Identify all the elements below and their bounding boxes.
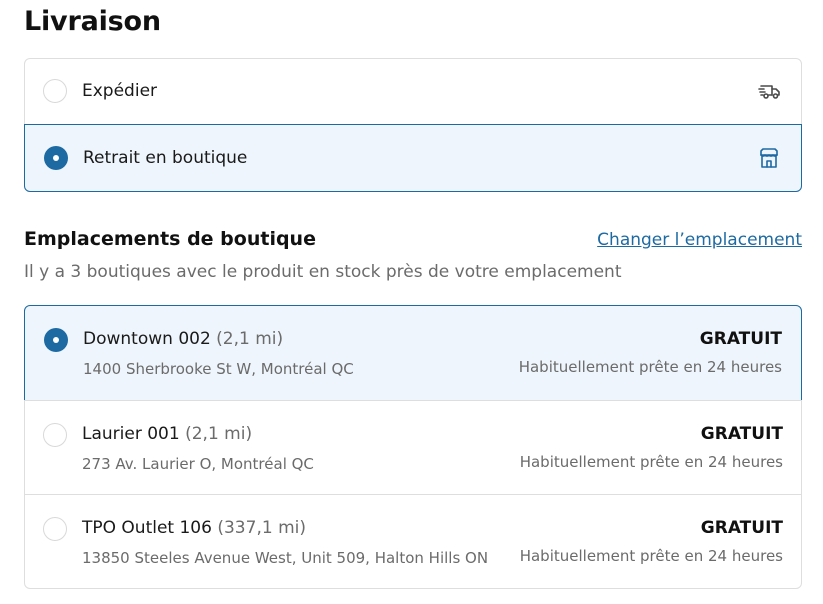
store-price: GRATUIT: [700, 424, 783, 444]
store-radio[interactable]: [43, 517, 67, 541]
store-ready-time: Habituellement prête en 24 heures: [519, 547, 783, 565]
store-address: 13850 Steeles Avenue West, Unit 509, Hal…: [82, 549, 489, 567]
delivery-method-group: Expédier Retrait en boutique: [24, 58, 802, 192]
store-name: TPO Outlet 106 (337,1 mi): [82, 518, 306, 538]
store-price: GRATUIT: [699, 329, 782, 349]
store-distance: (2,1 mi): [216, 329, 284, 349]
ship-option[interactable]: Expédier: [24, 58, 802, 125]
store-address: 273 Av. Laurier O, Montréal QC: [82, 455, 314, 473]
page-title: Livraison: [24, 6, 161, 37]
pickup-label: Retrait en boutique: [83, 148, 248, 168]
store-item-downtown-002[interactable]: Downtown 002 (2,1 mi) 1400 Sherbrooke St…: [24, 305, 802, 401]
store-name: Laurier 001 (2,1 mi): [82, 424, 252, 444]
store-distance: (2,1 mi): [185, 424, 253, 444]
store-radio[interactable]: [43, 423, 67, 447]
stores-subtitle: Il y a 3 boutiques avec le produit en st…: [24, 262, 622, 282]
pickup-option[interactable]: Retrait en boutique: [24, 124, 802, 192]
store-name-text: TPO Outlet 106: [82, 518, 212, 538]
store-ready-time: Habituellement prête en 24 heures: [519, 453, 783, 471]
store-item-tpo-outlet-106[interactable]: TPO Outlet 106 (337,1 mi) 13850 Steeles …: [24, 494, 802, 589]
ship-radio[interactable]: [43, 79, 67, 103]
store-item-laurier-001[interactable]: Laurier 001 (2,1 mi) 273 Av. Laurier O, …: [24, 400, 802, 495]
truck-icon: [758, 79, 782, 103]
pickup-radio[interactable]: [44, 146, 68, 170]
ship-label: Expédier: [82, 81, 158, 101]
store-price: GRATUIT: [700, 518, 783, 538]
store-name-text: Laurier 001: [82, 424, 180, 444]
store-icon: [757, 146, 781, 170]
change-location-link[interactable]: Changer l’emplacement: [597, 230, 802, 250]
stores-section-title: Emplacements de boutique: [24, 228, 316, 250]
store-list: Downtown 002 (2,1 mi) 1400 Sherbrooke St…: [24, 305, 802, 589]
store-ready-time: Habituellement prête en 24 heures: [518, 358, 782, 376]
store-distance: (337,1 mi): [217, 518, 306, 538]
store-name: Downtown 002 (2,1 mi): [83, 329, 283, 349]
store-radio[interactable]: [44, 328, 68, 352]
store-address: 1400 Sherbrooke St W, Montréal QC: [83, 360, 354, 378]
store-name-text: Downtown 002: [83, 329, 211, 349]
